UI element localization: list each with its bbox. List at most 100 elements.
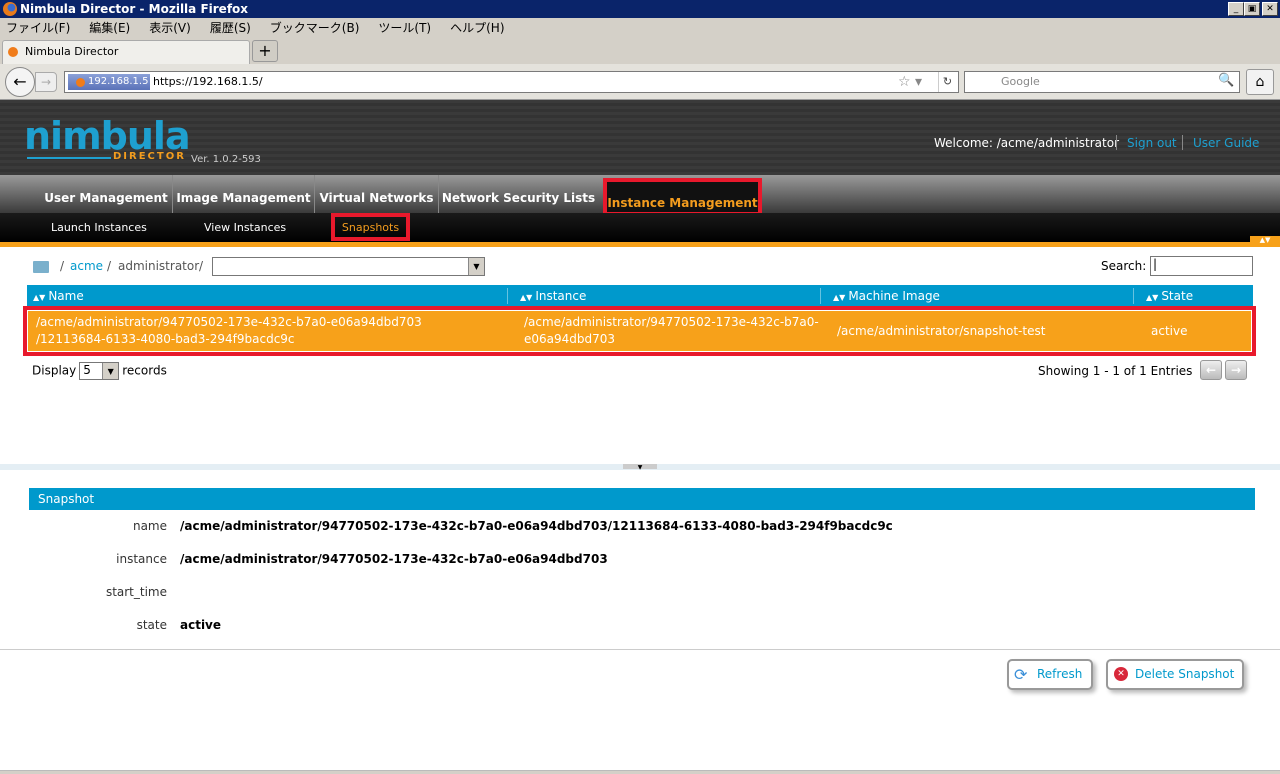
divider bbox=[820, 288, 821, 304]
menu-bookmarks[interactable]: ブックマーク(B) bbox=[270, 18, 360, 38]
column-label: State bbox=[1161, 289, 1194, 303]
menu-help[interactable]: ヘルプ(H) bbox=[450, 18, 504, 38]
subnav-launch-instances[interactable]: Launch Instances bbox=[51, 213, 147, 242]
collapse-header-icon[interactable]: ▲▼ bbox=[1250, 236, 1280, 246]
home-icon[interactable]: ⌂ bbox=[1246, 69, 1274, 95]
tab-label: Nimbula Director bbox=[25, 45, 119, 58]
column-name[interactable]: ▲▼ Name bbox=[33, 289, 84, 303]
display-records: Display 5 ▼ records bbox=[32, 362, 167, 380]
refresh-button[interactable]: ⟳ Refresh bbox=[1007, 659, 1093, 690]
menu-view[interactable]: 表示(V) bbox=[149, 18, 191, 38]
chevron-down-icon: ▼ bbox=[102, 363, 119, 379]
window-title: Nimbula Director - Mozilla Firefox bbox=[20, 2, 249, 16]
delete-icon: ✕ bbox=[1114, 667, 1128, 681]
cell-instance: /acme/administrator/94770502-173e-432c-b… bbox=[524, 314, 819, 348]
prev-page-icon[interactable]: ← bbox=[1200, 360, 1222, 380]
sort-icon: ▲▼ bbox=[33, 293, 46, 302]
records-label: records bbox=[122, 363, 167, 378]
sign-out-link[interactable]: Sign out bbox=[1127, 136, 1177, 150]
breadcrumb-acme[interactable]: acme bbox=[70, 259, 103, 273]
search-magnifier-icon[interactable]: 🔍 bbox=[1218, 73, 1234, 88]
new-tab-button[interactable]: + bbox=[252, 40, 278, 62]
splitter-handle-icon[interactable]: ▼ bbox=[623, 464, 657, 471]
breadcrumb-sep: / bbox=[107, 259, 112, 273]
nav-virtual-networks[interactable]: Virtual Networks bbox=[315, 175, 439, 213]
field-label-start-time: start_time bbox=[105, 585, 167, 599]
table-header: ▲▼ Name ▲▼ Instance ▲▼ Machine Image ▲▼ Stat… bbox=[27, 285, 1253, 307]
subnav-view-instances[interactable]: View Instances bbox=[204, 213, 286, 242]
sub-nav bbox=[0, 213, 1280, 242]
nav-image-management[interactable]: Image Management bbox=[173, 175, 315, 213]
firefox-icon bbox=[3, 2, 17, 16]
divider bbox=[1133, 288, 1134, 304]
cell-text: e06a94dbd703 bbox=[524, 332, 616, 346]
path-select[interactable]: ▼ bbox=[212, 257, 485, 276]
button-label: Refresh bbox=[1037, 667, 1083, 681]
menu-history[interactable]: 履歴(S) bbox=[210, 18, 251, 38]
sort-icon: ▲▼ bbox=[833, 293, 846, 302]
cell-name: /acme/administrator/94770502-173e-432c-b… bbox=[36, 314, 422, 348]
nav-user-management[interactable]: User Management bbox=[40, 175, 173, 213]
cell-text: /acme/administrator/94770502-173e-432c-b… bbox=[524, 315, 819, 329]
subnav-snapshots[interactable]: Snapshots bbox=[331, 213, 410, 241]
search-label: Search: bbox=[1101, 259, 1147, 273]
next-page-icon[interactable]: → bbox=[1225, 360, 1247, 380]
search-input[interactable]: | bbox=[1150, 256, 1253, 276]
menu-file[interactable]: ファイル(F) bbox=[6, 18, 70, 38]
forward-arrow-icon[interactable]: → bbox=[35, 72, 57, 92]
user-guide-link[interactable]: User Guide bbox=[1193, 136, 1259, 150]
logo-subtitle: DIRECTOR bbox=[113, 151, 186, 162]
folder-icon[interactable] bbox=[33, 261, 49, 273]
version-label: Ver. 1.0.2-593 bbox=[191, 154, 261, 165]
accent-bar bbox=[0, 242, 1280, 247]
search-engine-input[interactable]: Google bbox=[964, 71, 1240, 93]
breadcrumb-sep: / bbox=[199, 259, 204, 273]
sort-icon: ▲▼ bbox=[520, 293, 533, 302]
column-state[interactable]: ▲▼ State bbox=[1146, 289, 1193, 303]
field-value-state: active bbox=[180, 618, 222, 632]
breadcrumb-administrator: administrator bbox=[118, 259, 200, 273]
cell-text: /12113684-6133-4080-bad3-294f9bacdc9c bbox=[36, 332, 295, 346]
sort-icon: ▲▼ bbox=[1146, 293, 1159, 302]
logo-line bbox=[27, 157, 111, 159]
chevron-down-icon: ▼ bbox=[468, 258, 484, 275]
column-instance[interactable]: ▲▼ Instance bbox=[520, 289, 586, 303]
url-text: https://192.168.1.5/ bbox=[153, 75, 263, 88]
browser-tab[interactable]: Nimbula Director bbox=[2, 40, 250, 64]
site-icon bbox=[76, 78, 85, 87]
minimize-button[interactable]: _ bbox=[1228, 2, 1244, 16]
nav-network-security-lists[interactable]: Network Security Lists bbox=[439, 175, 598, 213]
field-label-name: name bbox=[132, 519, 167, 533]
breadcrumb-sep: / bbox=[60, 259, 65, 273]
window-title-bar: Nimbula Director - Mozilla Firefox bbox=[0, 0, 1280, 18]
select-value: 5 bbox=[83, 363, 91, 377]
status-bar bbox=[0, 770, 1280, 774]
snapshot-panel-title: Snapshot bbox=[29, 488, 1255, 510]
pagination-info: Showing 1 - 1 of 1 Entries bbox=[1038, 364, 1193, 378]
field-label-instance: instance bbox=[116, 552, 167, 566]
records-per-page-select[interactable]: 5 ▼ bbox=[79, 362, 120, 380]
back-arrow-icon[interactable]: ← bbox=[5, 67, 35, 97]
table-row[interactable]: /acme/administrator/94770502-173e-432c-b… bbox=[27, 310, 1252, 352]
divider bbox=[1116, 135, 1117, 150]
close-button[interactable]: ✕ bbox=[1262, 2, 1278, 16]
delete-snapshot-button[interactable]: ✕ Delete Snapshot bbox=[1106, 659, 1244, 690]
identity-label: 192.168.1.5 bbox=[88, 76, 149, 87]
field-label-state: state bbox=[136, 618, 167, 632]
divider bbox=[0, 649, 1280, 650]
bookmark-star-icon[interactable]: ☆ ▾ bbox=[898, 72, 922, 92]
column-label: Name bbox=[48, 289, 84, 303]
site-identity-button[interactable]: 192.168.1.5 bbox=[68, 74, 150, 90]
maximize-button[interactable]: ▣ bbox=[1244, 2, 1260, 16]
display-label: Display bbox=[32, 363, 77, 378]
menu-tools[interactable]: ツール(T) bbox=[378, 18, 431, 38]
nimbula-logo: nimbula bbox=[24, 114, 191, 158]
menu-edit[interactable]: 編集(E) bbox=[89, 18, 130, 38]
nav-instance-management[interactable]: Instance Management bbox=[603, 178, 762, 216]
favicon-icon bbox=[8, 47, 18, 57]
column-machine-image[interactable]: ▲▼ Machine Image bbox=[833, 289, 940, 303]
url-bar[interactable]: 192.168.1.5 https://192.168.1.5/ ☆ ▾ ↻ bbox=[64, 71, 959, 93]
refresh-icon: ⟳ bbox=[1014, 665, 1028, 684]
welcome-text: Welcome: /acme/administrator bbox=[934, 136, 1120, 150]
reload-icon[interactable]: ↻ bbox=[938, 72, 956, 92]
